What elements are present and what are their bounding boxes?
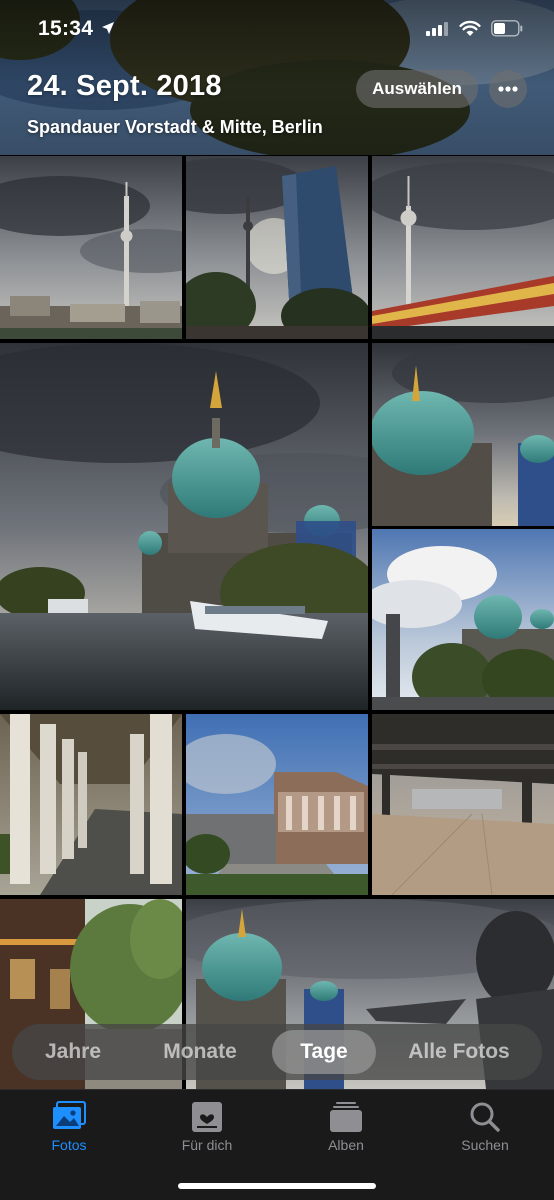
tab-photos[interactable]: Fotos bbox=[0, 1090, 138, 1170]
library-view-switcher: Jahre Monate Tage Alle Fotos bbox=[12, 1024, 542, 1080]
more-options-button[interactable] bbox=[489, 70, 527, 108]
wifi-icon bbox=[459, 20, 481, 36]
tab-search-label: Suchen bbox=[461, 1137, 509, 1153]
battery-icon bbox=[491, 20, 523, 37]
photo-tv-tower-2[interactable] bbox=[186, 156, 368, 339]
segment-days[interactable]: Tage bbox=[272, 1030, 376, 1074]
select-button[interactable]: Auswählen bbox=[356, 70, 478, 108]
photo-alte-nationalgalerie[interactable] bbox=[186, 714, 368, 895]
photo-berliner-dom-blue-sky[interactable] bbox=[372, 529, 554, 710]
tab-albums[interactable]: Alben bbox=[277, 1090, 415, 1170]
photo-tv-tower-1[interactable] bbox=[0, 156, 182, 339]
photo-tv-tower-train[interactable] bbox=[372, 156, 554, 339]
segment-years[interactable]: Jahre bbox=[22, 1030, 124, 1074]
tab-for-you[interactable]: Für dich bbox=[138, 1090, 276, 1170]
tab-search[interactable]: Suchen bbox=[416, 1090, 554, 1170]
segment-months[interactable]: Monate bbox=[142, 1030, 258, 1074]
tab-albums-label: Alben bbox=[328, 1137, 364, 1153]
photo-berliner-dom-large[interactable] bbox=[0, 343, 368, 710]
search-icon bbox=[470, 1102, 500, 1132]
tab-for-you-label: Für dich bbox=[181, 1137, 233, 1153]
location-arrow-icon bbox=[102, 22, 114, 34]
home-indicator[interactable] bbox=[178, 1183, 376, 1189]
segment-all-photos[interactable]: Alle Fotos bbox=[394, 1030, 524, 1074]
status-time: 15:34 bbox=[38, 17, 94, 40]
albums-icon bbox=[330, 1102, 362, 1132]
status-bar: 15:34 bbox=[0, 0, 554, 60]
photo-bridge-underpass[interactable] bbox=[372, 714, 554, 895]
cellular-signal-icon bbox=[426, 22, 448, 36]
photos-icon bbox=[53, 1101, 86, 1129]
tab-photos-label: Fotos bbox=[51, 1137, 87, 1153]
photo-colonnade[interactable] bbox=[0, 714, 182, 895]
location-subtitle[interactable]: Spandauer Vorstadt & Mitte, Berlin bbox=[27, 117, 327, 138]
page-title: 24. Sept. 2018 bbox=[27, 70, 222, 102]
ellipsis-icon bbox=[498, 86, 518, 92]
photo-berliner-dom-2[interactable] bbox=[372, 343, 554, 526]
for-you-icon bbox=[192, 1102, 222, 1132]
